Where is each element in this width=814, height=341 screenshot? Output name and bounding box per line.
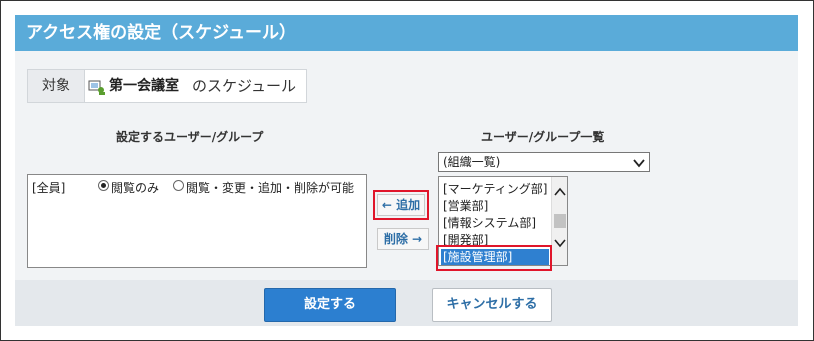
submit-button[interactable]: 設定する bbox=[264, 288, 396, 322]
page-title: アクセス権の設定（スケジュール） bbox=[15, 15, 798, 51]
organization-select-value: (組織一覧) bbox=[443, 155, 501, 169]
selection-highlight bbox=[436, 245, 552, 271]
list-item[interactable]: [情報システム部] bbox=[441, 215, 549, 231]
remove-button[interactable]: 削除 → bbox=[377, 228, 429, 250]
chevron-down-icon bbox=[633, 156, 645, 168]
list-item[interactable]: [マーケティング部] bbox=[441, 181, 549, 197]
list-scrollbar[interactable] bbox=[551, 177, 567, 265]
right-list-heading: ユーザー/グループ一覧 bbox=[481, 130, 605, 144]
facility-icon bbox=[88, 78, 106, 96]
target-info: 対象 第一会議室 のスケジュール bbox=[27, 69, 307, 103]
add-button-highlight bbox=[373, 190, 429, 220]
member-name: [全員] bbox=[32, 181, 66, 195]
radio-view-only-label: 閲覧のみ bbox=[111, 181, 160, 195]
cancel-button[interactable]: キャンセルする bbox=[432, 288, 552, 322]
radio-full-access-label: 閲覧・変更・追加・削除が可能 bbox=[186, 181, 355, 195]
target-suffix: のスケジュール bbox=[192, 77, 296, 95]
left-list-heading: 設定するユーザー/グループ bbox=[116, 130, 264, 144]
list-item[interactable]: [営業部] bbox=[441, 198, 549, 214]
organization-select[interactable]: (組織一覧) bbox=[438, 152, 650, 172]
radio-full-access[interactable] bbox=[173, 180, 184, 191]
chevron-down-icon[interactable] bbox=[554, 234, 566, 248]
scrollbar-thumb[interactable] bbox=[554, 214, 566, 228]
list-item: [全員] 閲覧のみ 閲覧・変更・追加・削除が可能 bbox=[28, 177, 366, 195]
facility-name: 第一会議室 bbox=[109, 78, 179, 94]
radio-view-only[interactable] bbox=[98, 180, 109, 191]
footer-bar bbox=[15, 280, 798, 326]
chevron-up-icon[interactable] bbox=[554, 183, 566, 196]
target-label: 対象 bbox=[28, 70, 85, 102]
selected-members-list[interactable]: [全員] 閲覧のみ 閲覧・変更・追加・削除が可能 bbox=[27, 174, 367, 268]
